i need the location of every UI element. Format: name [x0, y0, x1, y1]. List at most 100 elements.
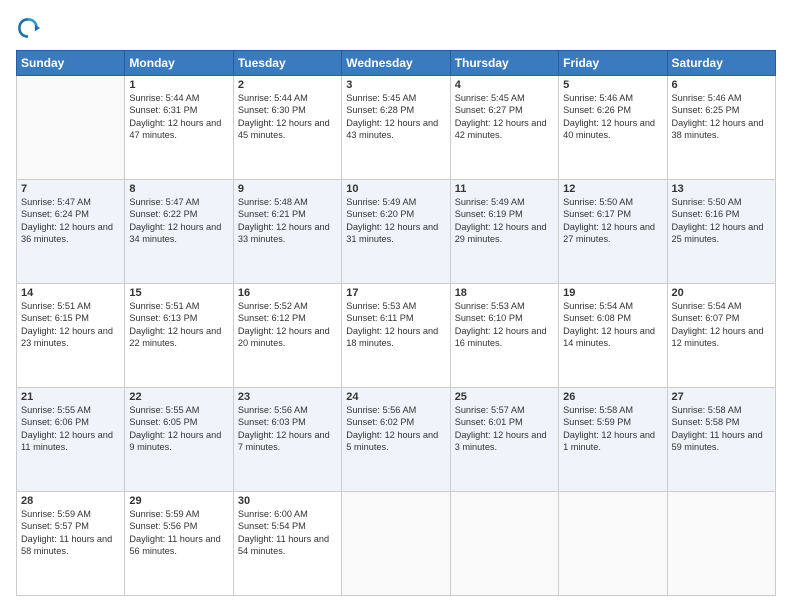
sunset-text: Sunset: 6:03 PM — [238, 417, 306, 427]
daylight-text: Daylight: 12 hours and 29 minutes. — [455, 222, 547, 244]
daylight-text: Daylight: 12 hours and 34 minutes. — [129, 222, 221, 244]
sunset-text: Sunset: 6:26 PM — [563, 105, 631, 115]
daylight-text: Daylight: 12 hours and 45 minutes. — [238, 118, 330, 140]
daylight-text: Daylight: 12 hours and 42 minutes. — [455, 118, 547, 140]
calendar-week-row: 7 Sunrise: 5:47 AM Sunset: 6:24 PM Dayli… — [17, 180, 776, 284]
day-number: 28 — [21, 495, 120, 507]
daylight-text: Daylight: 12 hours and 47 minutes. — [129, 118, 221, 140]
header — [16, 16, 776, 40]
page: Sunday Monday Tuesday Wednesday Thursday… — [0, 0, 792, 612]
sunset-text: Sunset: 6:28 PM — [346, 105, 414, 115]
header-wednesday: Wednesday — [342, 51, 450, 76]
sunset-text: Sunset: 6:21 PM — [238, 209, 306, 219]
table-row: 16 Sunrise: 5:52 AM Sunset: 6:12 PM Dayl… — [233, 284, 341, 388]
cell-info: Sunrise: 5:59 AM Sunset: 5:57 PM Dayligh… — [21, 508, 120, 558]
cell-info: Sunrise: 5:46 AM Sunset: 6:26 PM Dayligh… — [563, 92, 662, 142]
cell-info: Sunrise: 5:46 AM Sunset: 6:25 PM Dayligh… — [672, 92, 771, 142]
header-friday: Friday — [559, 51, 667, 76]
daylight-text: Daylight: 12 hours and 7 minutes. — [238, 430, 330, 452]
day-number: 4 — [455, 79, 554, 91]
table-row: 1 Sunrise: 5:44 AM Sunset: 6:31 PM Dayli… — [125, 76, 233, 180]
daylight-text: Daylight: 12 hours and 5 minutes. — [346, 430, 438, 452]
cell-info: Sunrise: 5:57 AM Sunset: 6:01 PM Dayligh… — [455, 404, 554, 454]
table-row: 4 Sunrise: 5:45 AM Sunset: 6:27 PM Dayli… — [450, 76, 558, 180]
table-row: 27 Sunrise: 5:58 AM Sunset: 5:58 PM Dayl… — [667, 388, 775, 492]
table-row: 28 Sunrise: 5:59 AM Sunset: 5:57 PM Dayl… — [17, 492, 125, 596]
table-row: 11 Sunrise: 5:49 AM Sunset: 6:19 PM Dayl… — [450, 180, 558, 284]
cell-info: Sunrise: 5:56 AM Sunset: 6:03 PM Dayligh… — [238, 404, 337, 454]
daylight-text: Daylight: 12 hours and 31 minutes. — [346, 222, 438, 244]
sunset-text: Sunset: 5:56 PM — [129, 521, 197, 531]
day-number: 24 — [346, 391, 445, 403]
sunrise-text: Sunrise: 5:59 AM — [21, 509, 91, 519]
header-saturday: Saturday — [667, 51, 775, 76]
table-row: 26 Sunrise: 5:58 AM Sunset: 5:59 PM Dayl… — [559, 388, 667, 492]
sunrise-text: Sunrise: 5:54 AM — [672, 301, 742, 311]
sunrise-text: Sunrise: 5:53 AM — [346, 301, 416, 311]
calendar-week-row: 21 Sunrise: 5:55 AM Sunset: 6:06 PM Dayl… — [17, 388, 776, 492]
cell-info: Sunrise: 5:58 AM Sunset: 5:59 PM Dayligh… — [563, 404, 662, 454]
cell-info: Sunrise: 5:54 AM Sunset: 6:08 PM Dayligh… — [563, 300, 662, 350]
table-row: 8 Sunrise: 5:47 AM Sunset: 6:22 PM Dayli… — [125, 180, 233, 284]
cell-info: Sunrise: 5:56 AM Sunset: 6:02 PM Dayligh… — [346, 404, 445, 454]
sunset-text: Sunset: 6:16 PM — [672, 209, 740, 219]
table-row: 7 Sunrise: 5:47 AM Sunset: 6:24 PM Dayli… — [17, 180, 125, 284]
day-number: 21 — [21, 391, 120, 403]
sunset-text: Sunset: 6:02 PM — [346, 417, 414, 427]
sunset-text: Sunset: 6:10 PM — [455, 313, 523, 323]
daylight-text: Daylight: 12 hours and 12 minutes. — [672, 326, 764, 348]
sunrise-text: Sunrise: 5:53 AM — [455, 301, 525, 311]
sunset-text: Sunset: 5:54 PM — [238, 521, 306, 531]
table-row: 18 Sunrise: 5:53 AM Sunset: 6:10 PM Dayl… — [450, 284, 558, 388]
day-number: 26 — [563, 391, 662, 403]
sunrise-text: Sunrise: 5:45 AM — [346, 93, 416, 103]
sunrise-text: Sunrise: 5:46 AM — [563, 93, 633, 103]
table-row: 2 Sunrise: 5:44 AM Sunset: 6:30 PM Dayli… — [233, 76, 341, 180]
cell-info: Sunrise: 5:52 AM Sunset: 6:12 PM Dayligh… — [238, 300, 337, 350]
sunrise-text: Sunrise: 5:44 AM — [238, 93, 308, 103]
header-thursday: Thursday — [450, 51, 558, 76]
sunrise-text: Sunrise: 5:49 AM — [455, 197, 525, 207]
cell-info: Sunrise: 5:44 AM Sunset: 6:31 PM Dayligh… — [129, 92, 228, 142]
sunrise-text: Sunrise: 5:44 AM — [129, 93, 199, 103]
sunrise-text: Sunrise: 5:45 AM — [455, 93, 525, 103]
table-row: 13 Sunrise: 5:50 AM Sunset: 6:16 PM Dayl… — [667, 180, 775, 284]
day-number: 19 — [563, 287, 662, 299]
table-row: 25 Sunrise: 5:57 AM Sunset: 6:01 PM Dayl… — [450, 388, 558, 492]
day-number: 9 — [238, 183, 337, 195]
daylight-text: Daylight: 12 hours and 23 minutes. — [21, 326, 113, 348]
table-row — [450, 492, 558, 596]
sunset-text: Sunset: 6:22 PM — [129, 209, 197, 219]
table-row — [342, 492, 450, 596]
sunrise-text: Sunrise: 5:56 AM — [238, 405, 308, 415]
table-row: 23 Sunrise: 5:56 AM Sunset: 6:03 PM Dayl… — [233, 388, 341, 492]
cell-info: Sunrise: 5:59 AM Sunset: 5:56 PM Dayligh… — [129, 508, 228, 558]
daylight-text: Daylight: 12 hours and 43 minutes. — [346, 118, 438, 140]
sunrise-text: Sunrise: 5:51 AM — [129, 301, 199, 311]
sunset-text: Sunset: 6:27 PM — [455, 105, 523, 115]
daylight-text: Daylight: 12 hours and 40 minutes. — [563, 118, 655, 140]
table-row: 20 Sunrise: 5:54 AM Sunset: 6:07 PM Dayl… — [667, 284, 775, 388]
sunrise-text: Sunrise: 5:48 AM — [238, 197, 308, 207]
sunrise-text: Sunrise: 5:46 AM — [672, 93, 742, 103]
cell-info: Sunrise: 5:44 AM Sunset: 6:30 PM Dayligh… — [238, 92, 337, 142]
sunset-text: Sunset: 6:19 PM — [455, 209, 523, 219]
daylight-text: Daylight: 11 hours and 59 minutes. — [672, 430, 763, 452]
day-number: 1 — [129, 79, 228, 91]
sunset-text: Sunset: 6:01 PM — [455, 417, 523, 427]
sunset-text: Sunset: 6:30 PM — [238, 105, 306, 115]
table-row: 15 Sunrise: 5:51 AM Sunset: 6:13 PM Dayl… — [125, 284, 233, 388]
sunset-text: Sunset: 5:58 PM — [672, 417, 740, 427]
table-row — [17, 76, 125, 180]
sunset-text: Sunset: 6:17 PM — [563, 209, 631, 219]
cell-info: Sunrise: 5:55 AM Sunset: 6:05 PM Dayligh… — [129, 404, 228, 454]
daylight-text: Daylight: 12 hours and 1 minute. — [563, 430, 655, 452]
sunset-text: Sunset: 6:11 PM — [346, 313, 413, 323]
daylight-text: Daylight: 12 hours and 36 minutes. — [21, 222, 113, 244]
daylight-text: Daylight: 11 hours and 54 minutes. — [238, 534, 329, 556]
cell-info: Sunrise: 5:51 AM Sunset: 6:15 PM Dayligh… — [21, 300, 120, 350]
sunrise-text: Sunrise: 5:58 AM — [563, 405, 633, 415]
cell-info: Sunrise: 5:53 AM Sunset: 6:10 PM Dayligh… — [455, 300, 554, 350]
table-row: 17 Sunrise: 5:53 AM Sunset: 6:11 PM Dayl… — [342, 284, 450, 388]
sunrise-text: Sunrise: 5:49 AM — [346, 197, 416, 207]
